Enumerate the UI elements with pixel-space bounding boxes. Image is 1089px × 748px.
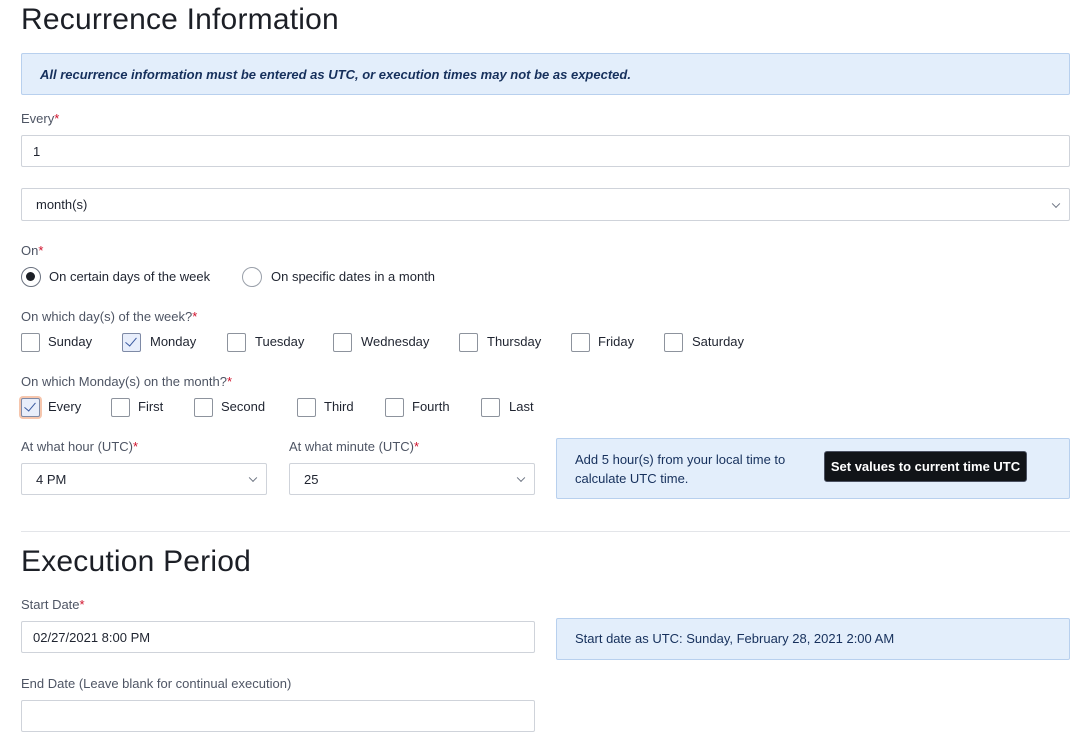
checkbox-tuesday[interactable] [227,333,246,352]
checkbox-tuesday-label[interactable]: Tuesday [255,334,304,349]
required-marker: * [38,243,44,258]
checkbox-friday-label[interactable]: Friday [598,334,634,349]
radio-certain-days[interactable] [21,267,41,287]
required-marker: * [413,439,420,454]
chevron-down-icon [1051,199,1061,208]
check-icon [125,334,137,347]
which-monday-label: On which Monday(s) on the month?* [21,374,232,389]
checkbox-last-label[interactable]: Last [509,399,534,414]
checkbox-saturday-label[interactable]: Saturday [692,334,744,349]
radio-certain-days-label[interactable]: On certain days of the week [49,269,210,284]
checkbox-first-label[interactable]: First [138,399,163,414]
checkbox-every-label[interactable]: Every [48,399,81,414]
checkbox-sunday-label[interactable]: Sunday [48,334,92,349]
end-date-input[interactable] [21,700,535,732]
required-marker: * [192,309,198,324]
hour-select[interactable]: 4 PM [21,463,267,495]
checkbox-third-label[interactable]: Third [324,399,354,414]
start-date-utc-info: Start date as UTC: Sunday, February 28, … [556,618,1070,660]
checkbox-monday-label[interactable]: Monday [150,334,196,349]
checkbox-sunday[interactable] [21,333,40,352]
chevron-down-icon [248,473,258,483]
on-label: On* [21,243,44,258]
utc-offset-text: Add 5 hour(s) from your local time to ca… [575,452,786,486]
weekday-label: On which day(s) of the week?* [21,309,198,324]
checkbox-second-label[interactable]: Second [221,399,265,414]
start-date-input[interactable]: 02/27/2021 8:00 PM [21,621,535,653]
required-marker: * [132,439,139,454]
checkbox-fourth[interactable] [385,398,404,417]
checkbox-second[interactable] [194,398,213,417]
end-date-label: End Date (Leave blank for continual exec… [21,676,292,691]
recurrence-title: Recurrence Information [21,3,339,36]
hour-label: At what hour (UTC)* [21,439,139,454]
utc-warning-text: All recurrence information must be enter… [40,67,631,82]
utc-offset-info: Add 5 hour(s) from your local time to ca… [556,438,1070,499]
required-marker: * [226,374,232,389]
required-marker: * [54,111,60,126]
execution-title: Execution Period [21,545,252,578]
start-date-utc-text: Start date as UTC: Sunday, February 28, … [575,631,895,646]
checkbox-fourth-label[interactable]: Fourth [412,399,450,414]
utc-warning-banner: All recurrence information must be enter… [21,53,1070,95]
radio-specific-dates-label[interactable]: On specific dates in a month [271,269,435,284]
chevron-down-icon [516,473,526,483]
minute-label: At what minute (UTC)* [289,439,420,454]
start-date-label: Start Date* [21,597,85,612]
recurrence-unit-select[interactable]: month(s) [21,188,1070,221]
checkbox-thursday-label[interactable]: Thursday [487,334,541,349]
radio-specific-dates[interactable] [242,267,262,287]
checkbox-first[interactable] [111,398,130,417]
checkbox-wednesday-label[interactable]: Wednesday [361,334,429,349]
section-divider [21,531,1070,532]
every-label: Every* [21,111,60,126]
check-icon [24,399,36,412]
checkbox-thursday[interactable] [459,333,478,352]
checkbox-third[interactable] [297,398,316,417]
checkbox-friday[interactable] [571,333,590,352]
set-current-utc-button[interactable]: Set values to current time UTC [824,451,1027,482]
required-marker: * [79,597,85,612]
checkbox-monday[interactable] [122,333,141,352]
every-input[interactable]: 1 [21,135,1070,167]
checkbox-wednesday[interactable] [333,333,352,352]
checkbox-every[interactable] [21,398,40,417]
minute-select[interactable]: 25 [289,463,535,495]
checkbox-saturday[interactable] [664,333,683,352]
checkbox-last[interactable] [481,398,500,417]
